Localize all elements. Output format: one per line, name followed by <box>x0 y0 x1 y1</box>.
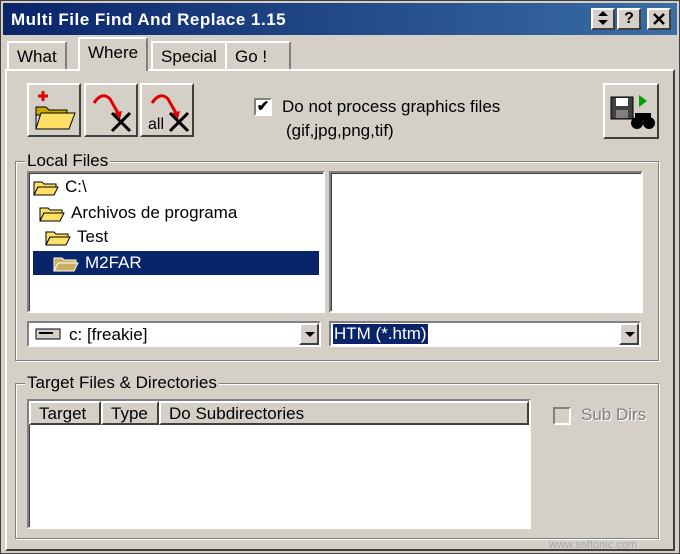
chevron-down-icon[interactable] <box>299 323 319 345</box>
no-graphics-checkbox[interactable]: ✔ <box>254 98 272 116</box>
tree-label: C:\ <box>65 177 87 196</box>
tree-item-test[interactable]: Test <box>45 225 108 249</box>
file-list[interactable] <box>329 171 643 313</box>
tree-label: M2FAR <box>85 253 142 272</box>
save-search-icon <box>610 95 655 129</box>
target-list[interactable]: Target Type Do Subdirectories <box>27 399 531 529</box>
tree-label: Archivos de programa <box>71 203 238 222</box>
filter-select[interactable]: HTM (*.htm) <box>329 321 641 347</box>
folder-open-icon <box>33 181 59 196</box>
close-button[interactable] <box>647 8 671 30</box>
remove-button[interactable] <box>84 83 138 137</box>
save-search-button[interactable] <box>603 83 659 139</box>
close-icon <box>653 13 665 25</box>
folder-open-icon <box>39 207 65 222</box>
add-folder-button[interactable] <box>27 83 81 137</box>
tab-what[interactable]: What <box>7 41 67 71</box>
filter-value: HTM (*.htm) <box>333 324 428 344</box>
folder-tree[interactable]: C:\ Archivos de programa Test M2FAR <box>27 171 325 313</box>
tab-where[interactable]: Where <box>78 37 149 71</box>
chevron-down-icon[interactable] <box>619 323 639 345</box>
title-bar[interactable]: Multi File Find And Replace 1.15 ? <box>3 3 677 35</box>
sub-dirs-checkbox[interactable] <box>553 407 571 425</box>
column-header-subdirs[interactable]: Do Subdirectories <box>159 401 529 425</box>
tree-label: Test <box>77 227 109 246</box>
no-graphics-extensions: (gif,jpg,png,tif) <box>286 121 394 140</box>
watermark: www.softonic.com <box>549 539 638 551</box>
restore-button[interactable] <box>591 8 615 30</box>
tab-go[interactable]: Go ! <box>225 41 291 71</box>
folder-open-icon <box>53 257 79 272</box>
drive-value: c: [freakie] <box>69 325 148 344</box>
tree-item-root[interactable]: C:\ <box>33 175 87 199</box>
local-files-label: Local Files <box>25 151 111 171</box>
drive-select[interactable]: c: [freakie] <box>27 321 321 347</box>
svg-text:all: all <box>148 116 164 133</box>
remove-all-icon: all <box>148 94 190 133</box>
add-folder-icon <box>35 91 76 130</box>
tree-item-m2far[interactable]: M2FAR <box>33 251 319 275</box>
app-window: Multi File Find And Replace 1.15 ? What … <box>0 0 680 554</box>
sub-dirs-label: Sub Dirs <box>581 405 647 424</box>
no-graphics-label: Do not process graphics files <box>282 97 501 116</box>
remove-all-button[interactable]: all <box>140 83 194 137</box>
tree-item-archivos[interactable]: Archivos de programa <box>39 201 237 225</box>
updown-icon <box>598 11 608 25</box>
column-header-type[interactable]: Type <box>101 401 159 425</box>
help-button[interactable]: ? <box>617 8 641 30</box>
remove-selected-icon <box>92 94 132 133</box>
window-title: Multi File Find And Replace 1.15 <box>11 10 287 29</box>
tab-special[interactable]: Special <box>151 41 227 71</box>
folder-open-icon <box>45 231 71 246</box>
drive-icon <box>35 328 61 340</box>
column-header-target[interactable]: Target <box>29 401 101 425</box>
target-label: Target Files & Directories <box>25 373 219 393</box>
